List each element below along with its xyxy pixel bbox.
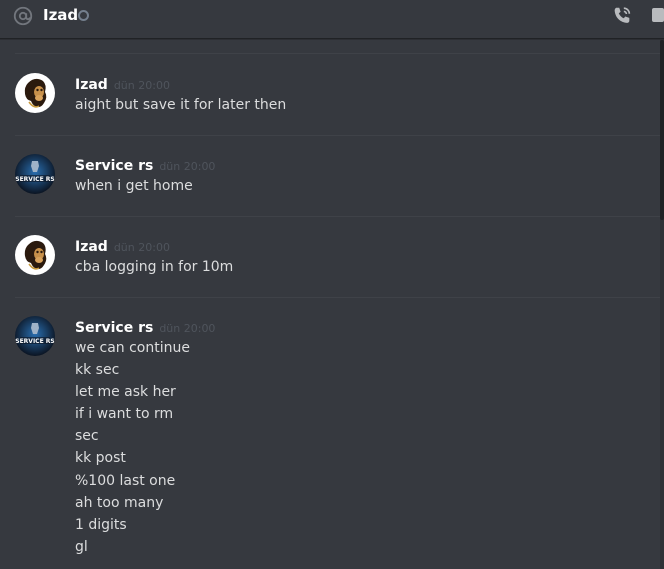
message-text: sec [75,428,99,444]
timestamp: dün 20:00 [159,322,216,335]
bape-ape-avatar-icon [15,235,55,275]
message-text: %100 last one [75,473,176,489]
service-rs-avatar-icon: SERVICE RS [15,316,55,356]
message-header: Service rs dün 20:00 [75,155,215,174]
message-text: 1 digits [75,517,127,533]
message-text: we can continue [75,340,190,356]
author-name[interactable]: Service rs [75,320,153,336]
message-header: Izad dün 20:00 [75,236,170,255]
author-name[interactable]: Service rs [75,158,153,174]
dm-recipient-name[interactable]: Izad [43,6,78,24]
message-text: aight but save it for later then [75,97,287,113]
divider [15,53,664,54]
dm-header: Izad [0,0,664,39]
at-sign-icon [13,6,33,26]
timestamp: dün 20:00 [113,79,170,92]
timestamp: dün 20:00 [113,241,170,254]
avatar[interactable]: SERVICE RS [15,316,55,356]
avatar[interactable] [15,73,55,113]
svg-text:SERVICE RS: SERVICE RS [15,176,54,183]
bape-ape-avatar-icon [15,73,55,113]
message-text: kk post [75,450,126,466]
message-text: kk sec [75,362,120,378]
message-text: cba logging in for 10m [75,259,234,275]
message-text: if i want to rm [75,406,174,422]
divider [15,135,664,136]
author-name[interactable]: Izad [75,239,108,255]
message-text: when i get home [75,178,193,194]
message-text: gl [75,539,88,555]
service-rs-avatar-icon: SERVICE RS [15,154,55,194]
svg-text:SERVICE RS: SERVICE RS [15,338,54,345]
message-text: ah too many [75,495,164,511]
scrollbar-thumb[interactable] [660,40,664,220]
avatar[interactable] [15,235,55,275]
message-header: Izad dün 20:00 [75,74,170,93]
message-text: let me ask her [75,384,176,400]
status-offline-icon [78,10,89,21]
divider [15,297,664,298]
avatar[interactable]: SERVICE RS [15,154,55,194]
timestamp: dün 20:00 [159,160,216,173]
author-name[interactable]: Izad [75,77,108,93]
inbox-icon[interactable] [652,8,664,22]
message-header: Service rs dün 20:00 [75,317,215,336]
divider [15,216,664,217]
call-icon[interactable] [610,5,634,27]
